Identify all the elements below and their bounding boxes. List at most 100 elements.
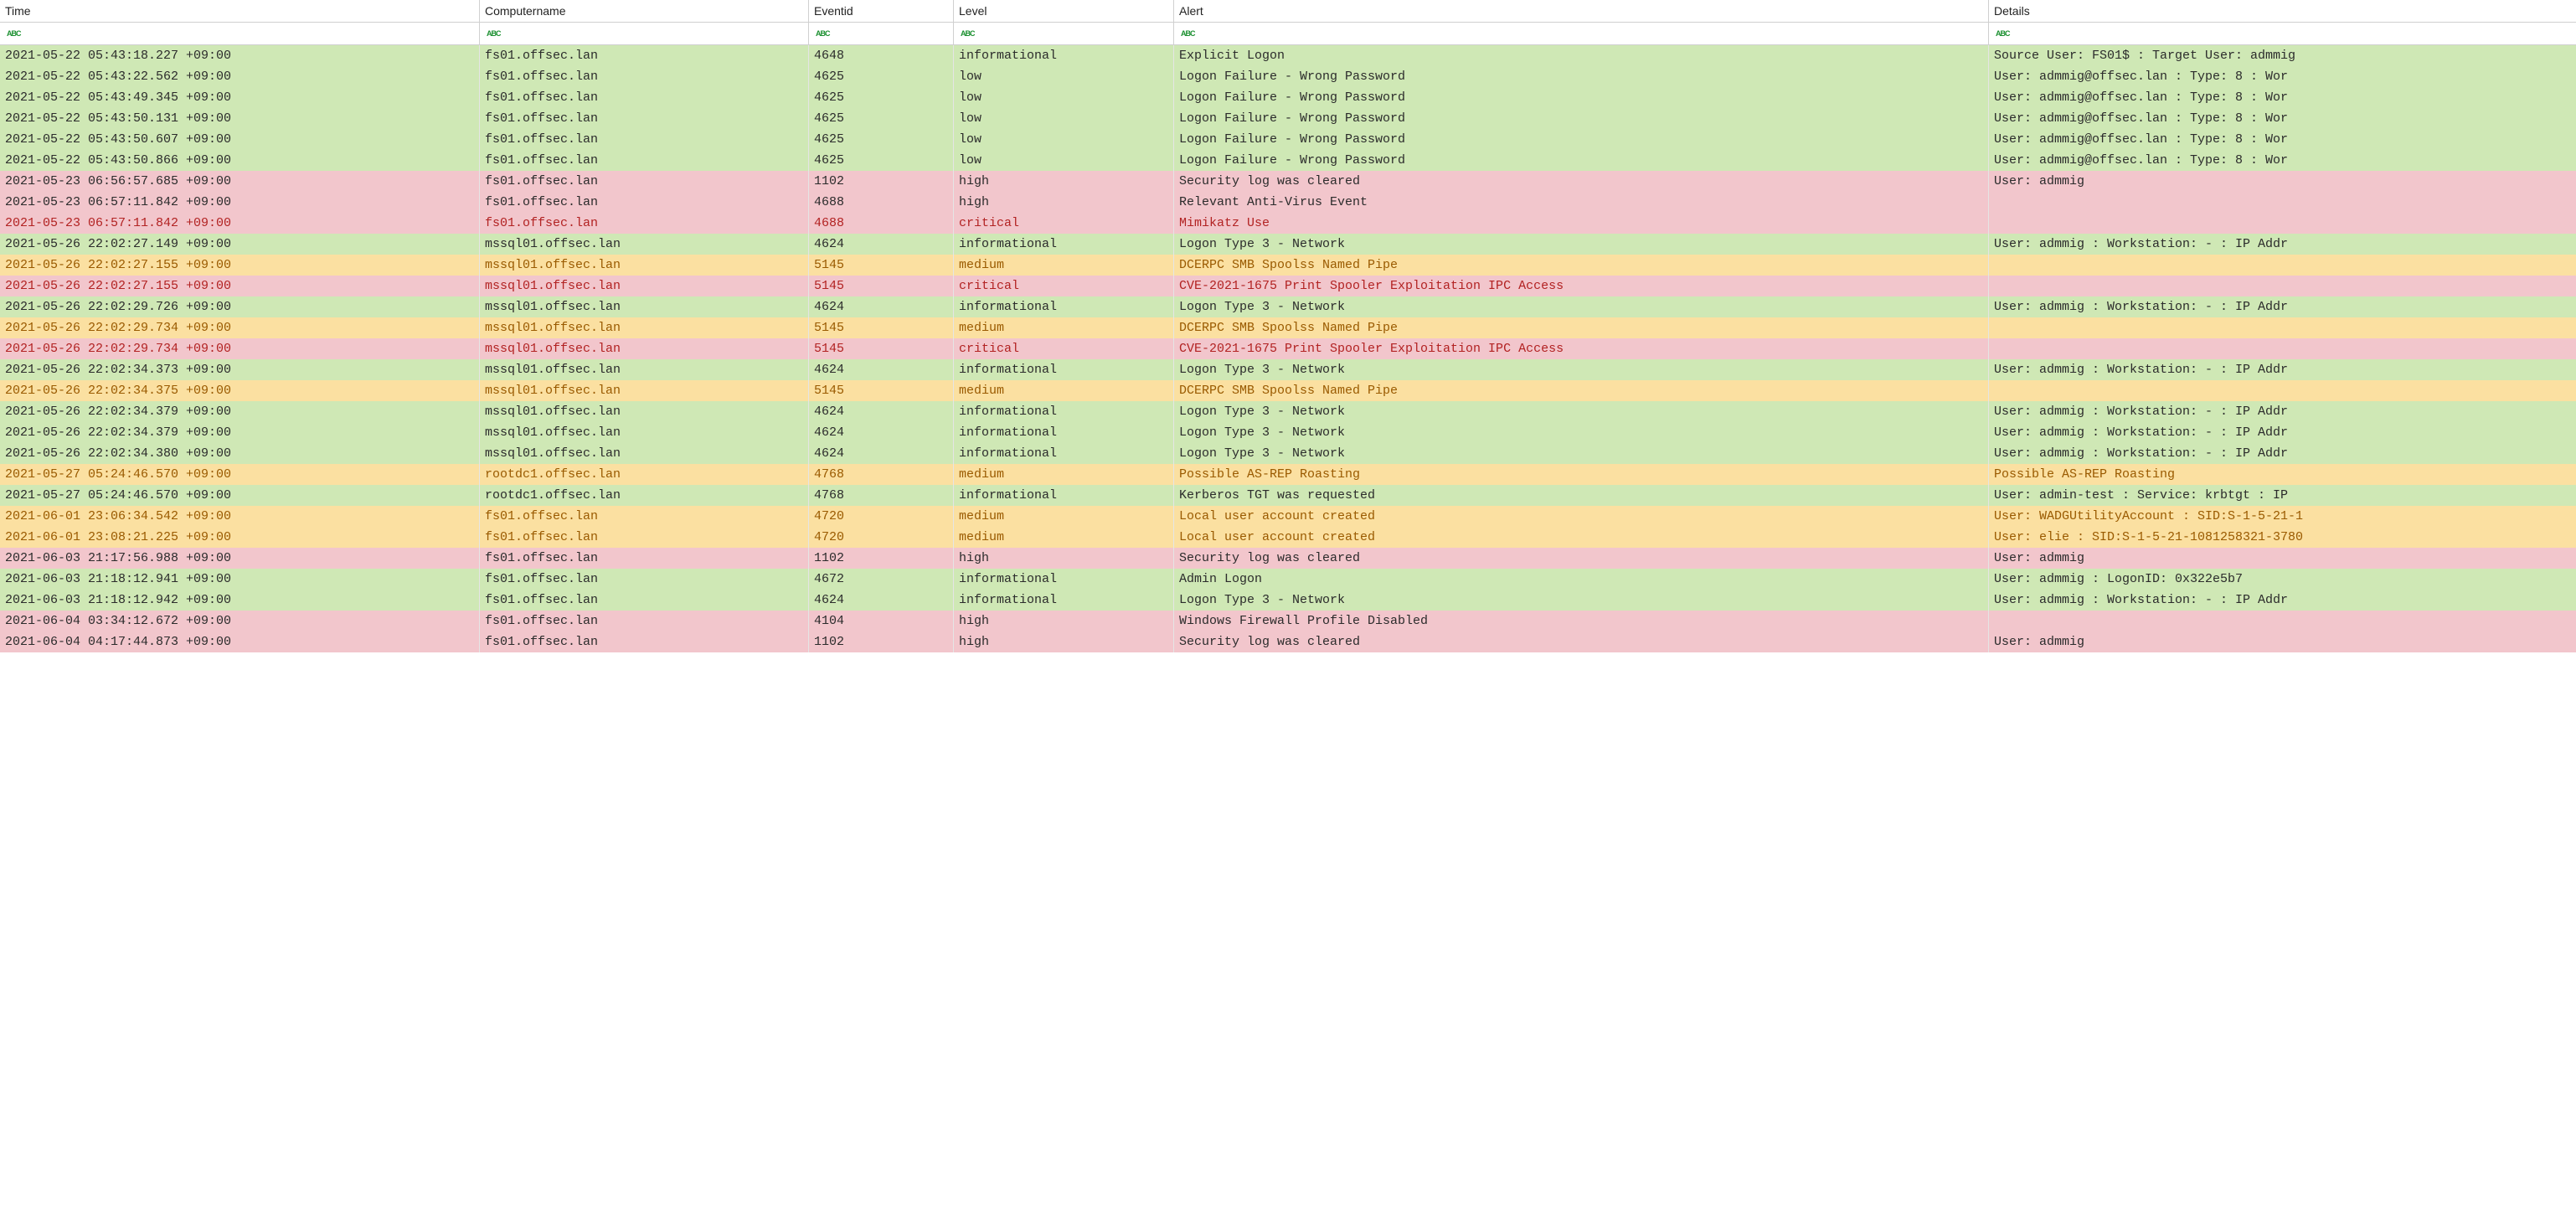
cell-computername: mssql01.offsec.lan (480, 422, 809, 443)
cell-computername: fs01.offsec.lan (480, 171, 809, 192)
cell-level: high (954, 192, 1174, 213)
cell-alert: DCERPC SMB Spoolss Named Pipe (1174, 380, 1989, 401)
table-row[interactable]: 2021-06-03 21:17:56.988 +09:00fs01.offse… (0, 548, 2576, 569)
column-header-time[interactable]: Time (0, 0, 480, 23)
cell-eventid: 4688 (809, 213, 954, 234)
table-row[interactable]: 2021-05-26 22:02:29.726 +09:00mssql01.of… (0, 296, 2576, 317)
filter-input-computername[interactable]: ABC (480, 23, 809, 45)
text-filter-icon: ABC (959, 24, 975, 43)
cell-computername: rootdc1.offsec.lan (480, 485, 809, 506)
table-row[interactable]: 2021-05-26 22:02:34.379 +09:00mssql01.of… (0, 401, 2576, 422)
cell-eventid: 4720 (809, 527, 954, 548)
table-row[interactable]: 2021-06-03 21:18:12.942 +09:00fs01.offse… (0, 590, 2576, 611)
table-row[interactable]: 2021-05-26 22:02:34.373 +09:00mssql01.of… (0, 359, 2576, 380)
table-row[interactable]: 2021-05-23 06:57:11.842 +09:00fs01.offse… (0, 192, 2576, 213)
filter-input-alert[interactable]: ABC (1174, 23, 1989, 45)
cell-computername: mssql01.offsec.lan (480, 234, 809, 255)
table-row[interactable]: 2021-06-01 23:08:21.225 +09:00fs01.offse… (0, 527, 2576, 548)
filter-input-level[interactable]: ABC (954, 23, 1174, 45)
table-row[interactable]: 2021-05-27 05:24:46.570 +09:00rootdc1.of… (0, 464, 2576, 485)
table-row[interactable]: 2021-05-27 05:24:46.570 +09:00rootdc1.of… (0, 485, 2576, 506)
column-header-level[interactable]: Level (954, 0, 1174, 23)
cell-level: informational (954, 422, 1174, 443)
cell-computername: fs01.offsec.lan (480, 87, 809, 108)
cell-level: low (954, 150, 1174, 171)
cell-details: User: admmig : Workstation: - : IP Addr (1989, 296, 2576, 317)
table-row[interactable]: 2021-06-01 23:06:34.542 +09:00fs01.offse… (0, 506, 2576, 527)
cell-time: 2021-05-23 06:57:11.842 +09:00 (0, 213, 480, 234)
table-row[interactable]: 2021-05-26 22:02:27.155 +09:00mssql01.of… (0, 255, 2576, 276)
cell-computername: mssql01.offsec.lan (480, 255, 809, 276)
cell-computername: fs01.offsec.lan (480, 108, 809, 129)
cell-level: medium (954, 527, 1174, 548)
table-row[interactable]: 2021-06-04 04:17:44.873 +09:00fs01.offse… (0, 631, 2576, 652)
table-row[interactable]: 2021-05-22 05:43:50.607 +09:00fs01.offse… (0, 129, 2576, 150)
cell-level: informational (954, 401, 1174, 422)
table-row[interactable]: 2021-05-22 05:43:18.227 +09:00fs01.offse… (0, 45, 2576, 67)
table-row[interactable]: 2021-05-23 06:57:11.842 +09:00fs01.offse… (0, 213, 2576, 234)
cell-details: User: admmig : Workstation: - : IP Addr (1989, 401, 2576, 422)
cell-alert: Mimikatz Use (1174, 213, 1989, 234)
cell-alert: Windows Firewall Profile Disabled (1174, 611, 1989, 631)
cell-eventid: 1102 (809, 171, 954, 192)
column-header-details[interactable]: Details (1989, 0, 2576, 23)
table-row[interactable]: 2021-05-26 22:02:27.155 +09:00mssql01.of… (0, 276, 2576, 296)
filter-input-time[interactable]: ABC (0, 23, 480, 45)
table-row[interactable]: 2021-05-26 22:02:29.734 +09:00mssql01.of… (0, 317, 2576, 338)
text-filter-icon: ABC (1179, 24, 1195, 43)
cell-alert: Security log was cleared (1174, 631, 1989, 652)
cell-level: low (954, 66, 1174, 87)
cell-alert: DCERPC SMB Spoolss Named Pipe (1174, 255, 1989, 276)
cell-level: critical (954, 338, 1174, 359)
cell-eventid: 4625 (809, 66, 954, 87)
table-row[interactable]: 2021-05-22 05:43:22.562 +09:00fs01.offse… (0, 66, 2576, 87)
cell-eventid: 4688 (809, 192, 954, 213)
table-row[interactable]: 2021-05-26 22:02:34.379 +09:00mssql01.of… (0, 422, 2576, 443)
cell-details (1989, 192, 2576, 213)
text-filter-icon: ABC (485, 24, 501, 43)
table-row[interactable]: 2021-05-22 05:43:50.131 +09:00fs01.offse… (0, 108, 2576, 129)
cell-alert: CVE-2021-1675 Print Spooler Exploitation… (1174, 338, 1989, 359)
cell-level: informational (954, 234, 1174, 255)
table-row[interactable]: 2021-05-22 05:43:50.866 +09:00fs01.offse… (0, 150, 2576, 171)
cell-details: User: admmig@offsec.lan : Type: 8 : Wor (1989, 87, 2576, 108)
cell-details: User: admmig (1989, 171, 2576, 192)
cell-level: medium (954, 255, 1174, 276)
column-header-eventid[interactable]: Eventid (809, 0, 954, 23)
cell-computername: fs01.offsec.lan (480, 129, 809, 150)
cell-time: 2021-05-26 22:02:27.149 +09:00 (0, 234, 480, 255)
table-row[interactable]: 2021-06-04 03:34:12.672 +09:00fs01.offse… (0, 611, 2576, 631)
column-header-computername[interactable]: Computername (480, 0, 809, 23)
cell-details (1989, 317, 2576, 338)
cell-computername: fs01.offsec.lan (480, 45, 809, 67)
cell-time: 2021-05-22 05:43:50.607 +09:00 (0, 129, 480, 150)
column-header-alert[interactable]: Alert (1174, 0, 1989, 23)
text-filter-icon: ABC (5, 24, 21, 43)
cell-alert: Local user account created (1174, 527, 1989, 548)
column-filter-row: ABC ABC ABC ABC ABC ABC (0, 23, 2576, 45)
cell-details: User: WADGUtilityAccount : SID:S-1-5-21-… (1989, 506, 2576, 527)
column-header-row: Time Computername Eventid Level Alert De… (0, 0, 2576, 23)
table-row[interactable]: 2021-05-26 22:02:34.375 +09:00mssql01.of… (0, 380, 2576, 401)
filter-input-eventid[interactable]: ABC (809, 23, 954, 45)
cell-time: 2021-05-26 22:02:34.380 +09:00 (0, 443, 480, 464)
cell-details (1989, 338, 2576, 359)
cell-alert: DCERPC SMB Spoolss Named Pipe (1174, 317, 1989, 338)
table-row[interactable]: 2021-05-23 06:56:57.685 +09:00fs01.offse… (0, 171, 2576, 192)
table-row[interactable]: 2021-05-26 22:02:34.380 +09:00mssql01.of… (0, 443, 2576, 464)
cell-details (1989, 380, 2576, 401)
filter-input-details[interactable]: ABC (1989, 23, 2576, 45)
table-row[interactable]: 2021-05-26 22:02:27.149 +09:00mssql01.of… (0, 234, 2576, 255)
table-row[interactable]: 2021-06-03 21:18:12.941 +09:00fs01.offse… (0, 569, 2576, 590)
cell-eventid: 4768 (809, 485, 954, 506)
cell-level: high (954, 171, 1174, 192)
table-row[interactable]: 2021-05-22 05:43:49.345 +09:00fs01.offse… (0, 87, 2576, 108)
cell-time: 2021-05-27 05:24:46.570 +09:00 (0, 464, 480, 485)
cell-level: high (954, 611, 1174, 631)
cell-time: 2021-05-26 22:02:34.375 +09:00 (0, 380, 480, 401)
cell-details: User: admmig@offsec.lan : Type: 8 : Wor (1989, 66, 2576, 87)
cell-eventid: 4624 (809, 401, 954, 422)
table-row[interactable]: 2021-05-26 22:02:29.734 +09:00mssql01.of… (0, 338, 2576, 359)
cell-details (1989, 213, 2576, 234)
text-filter-icon: ABC (1994, 24, 2010, 43)
